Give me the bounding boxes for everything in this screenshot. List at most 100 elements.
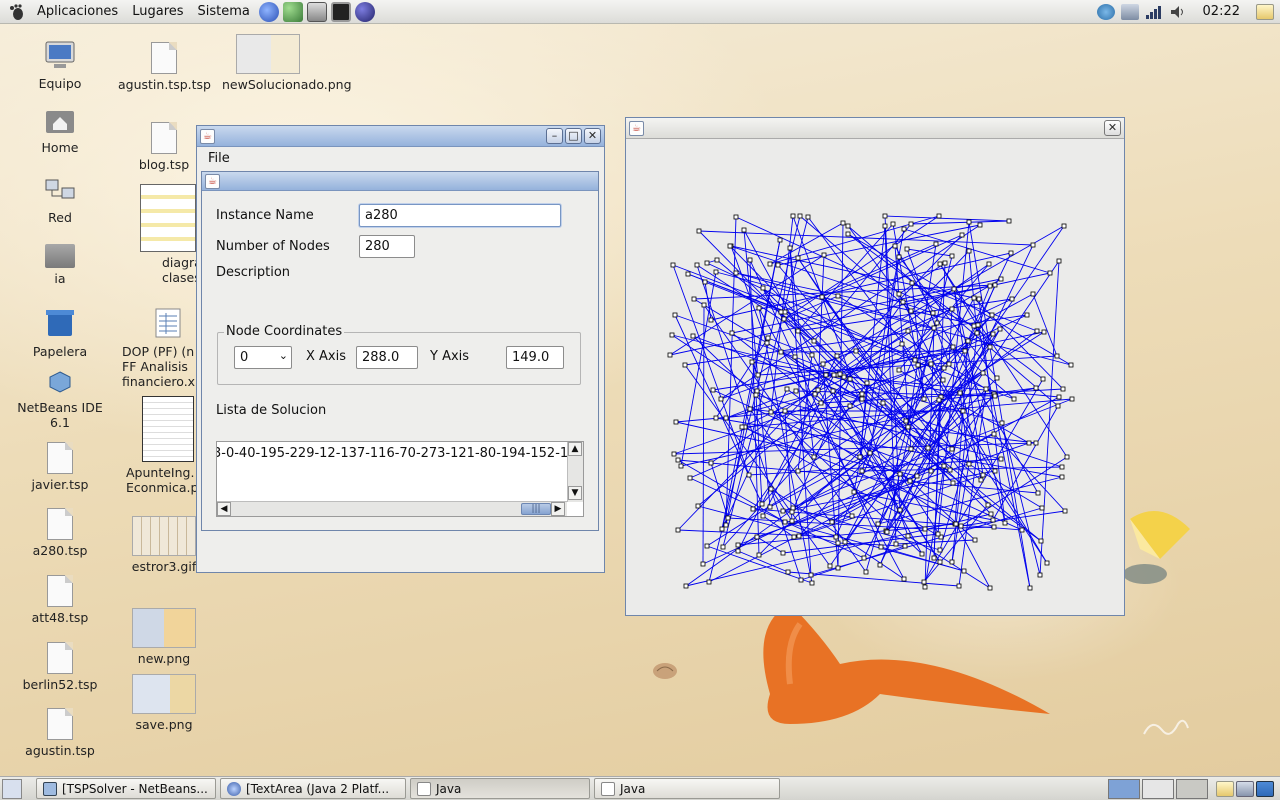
city-node [785,569,791,575]
city-node [849,513,855,519]
city-node [670,262,676,268]
city-node [905,424,911,430]
desktop-icon-agustin-tsp-tsp[interactable]: agustin.tsp.tsp [118,42,211,92]
desktop-icon-save-png[interactable]: save.png [118,674,210,732]
desktop-icon-newsolucionado-png[interactable]: newSolucionado.png [222,34,352,92]
desktop-icon-att48-tsp[interactable]: att48.tsp [14,575,106,625]
node-index-value: 0 [240,350,249,365]
city-node [831,372,837,378]
desktop-icon-label: Equipo [38,76,82,91]
file-icon [47,442,73,474]
network-tray-icon[interactable] [1120,3,1139,20]
workspace-3[interactable] [1176,778,1208,799]
desktop-icon-berlin52-tsp[interactable]: berlin52.tsp [14,642,106,692]
city-node [975,322,981,328]
route-edge [685,372,984,587]
printer-icon[interactable] [1236,780,1254,797]
node-index-combo[interactable]: 0 ⌄ [234,346,292,369]
city-node [685,271,691,277]
city-node [827,563,833,569]
city-node [718,396,724,402]
city-node [974,330,980,336]
num-nodes-field[interactable]: 280 [359,235,415,258]
scroll-up-button[interactable]: ▲ [568,442,582,456]
close-button[interactable]: ✕ [584,128,601,144]
desktop-icon-agustin-tsp[interactable]: agustin.tsp [14,708,106,758]
scroll-left-button[interactable]: ◀ [217,502,231,516]
gnome-foot-icon[interactable] [8,3,26,21]
spreadsheet-icon [155,308,181,338]
taskbar-item-java-1[interactable]: Java [410,778,590,799]
clock[interactable]: 02:22 [1193,4,1250,19]
city-node [983,386,989,392]
browser-icon[interactable] [258,1,279,22]
city-node [1033,385,1039,391]
city-node [809,580,815,586]
file-icon [47,508,73,540]
desktop-icon-equipo[interactable]: Equipo [14,40,106,91]
desktop-icon-a280-tsp[interactable]: a280.tsp [14,508,106,558]
desktop-icon-label: javier.tsp [31,477,89,492]
eclipse-icon[interactable] [354,1,375,22]
horizontal-scrollbar[interactable]: ◀ ||| ▶ [217,501,567,516]
city-node [696,228,702,234]
internal-frame-titlebar[interactable]: ☕ [202,172,598,191]
menu-lugares[interactable]: Lugares [125,0,190,24]
signal-strength-icon[interactable] [1145,4,1163,20]
city-node [1008,250,1014,256]
menu-sistema[interactable]: Sistema [191,0,257,24]
taskbar-item-java-2[interactable]: Java [594,778,780,799]
desktop-icon-red[interactable]: Red [14,176,106,225]
desktop-icon-netbeans[interactable]: NetBeans IDE 6.1 [14,370,106,430]
terminal-icon[interactable] [330,1,351,22]
instance-name-field[interactable]: a280 [359,204,561,227]
workspace-2[interactable] [1142,778,1174,799]
city-node [914,473,920,479]
city-node [765,335,771,341]
vertical-scrollbar[interactable]: ▲ ▼ [567,442,583,502]
desktop-icon-javier-tsp[interactable]: javier.tsp [14,442,106,492]
y-axis-field[interactable]: 149.0 [506,346,564,369]
chevron-down-icon[interactable]: ⌄ [279,349,288,362]
messenger-icon[interactable] [282,1,303,22]
notes-icon[interactable] [1256,3,1274,20]
city-node [756,552,762,558]
x-axis-field[interactable]: 288.0 [356,346,418,369]
desktop-icon-new-png[interactable]: new.png [118,608,210,666]
city-node [908,446,914,452]
solution-text-area[interactable]: 3-0-40-195-229-12-137-116-70-273-121-80-… [216,441,584,517]
city-node [890,221,896,227]
show-desktop-button[interactable] [2,778,22,799]
city-node [884,529,890,535]
trash-icon[interactable] [1256,780,1274,797]
scroll-right-button[interactable]: ▶ [551,502,565,516]
menu-aplicaciones[interactable]: Aplicaciones [30,0,125,24]
city-node [1047,270,1053,276]
city-node [1069,396,1075,402]
desktop-icon-papelera[interactable]: Papelera [14,308,106,359]
volume-icon[interactable] [1169,4,1187,20]
messenger-tray-icon[interactable] [1096,3,1115,20]
workspace-1[interactable] [1108,778,1140,799]
system-tray: 02:22 [1096,3,1280,20]
disk-icon[interactable] [306,1,327,22]
city-node [811,338,817,344]
main-window-titlebar[interactable]: ☕ – □ ✕ [197,126,604,147]
minimize-button[interactable]: – [546,128,563,144]
city-node [687,475,693,481]
city-node [909,280,915,286]
close-button[interactable]: ✕ [1104,120,1121,136]
menu-file[interactable]: File [205,151,233,166]
desktop-icon-home[interactable]: Home [14,108,106,155]
city-node [937,547,943,553]
taskbar-item-textarea[interactable]: [TextArea (Java 2 Platf... [220,778,406,799]
horizontal-scroll-thumb[interactable]: ||| [521,503,551,515]
desktop-icon-ia[interactable]: ia [14,244,106,286]
taskbar-item-netbeans[interactable]: [TSPSolver - NetBeans... [36,778,216,799]
city-node [671,451,677,457]
maximize-button[interactable]: □ [565,128,582,144]
graph-window-titlebar[interactable]: ☕ ✕ [626,118,1124,139]
notes-icon[interactable] [1216,780,1234,797]
city-node [759,501,765,507]
scroll-down-button[interactable]: ▼ [568,486,582,500]
